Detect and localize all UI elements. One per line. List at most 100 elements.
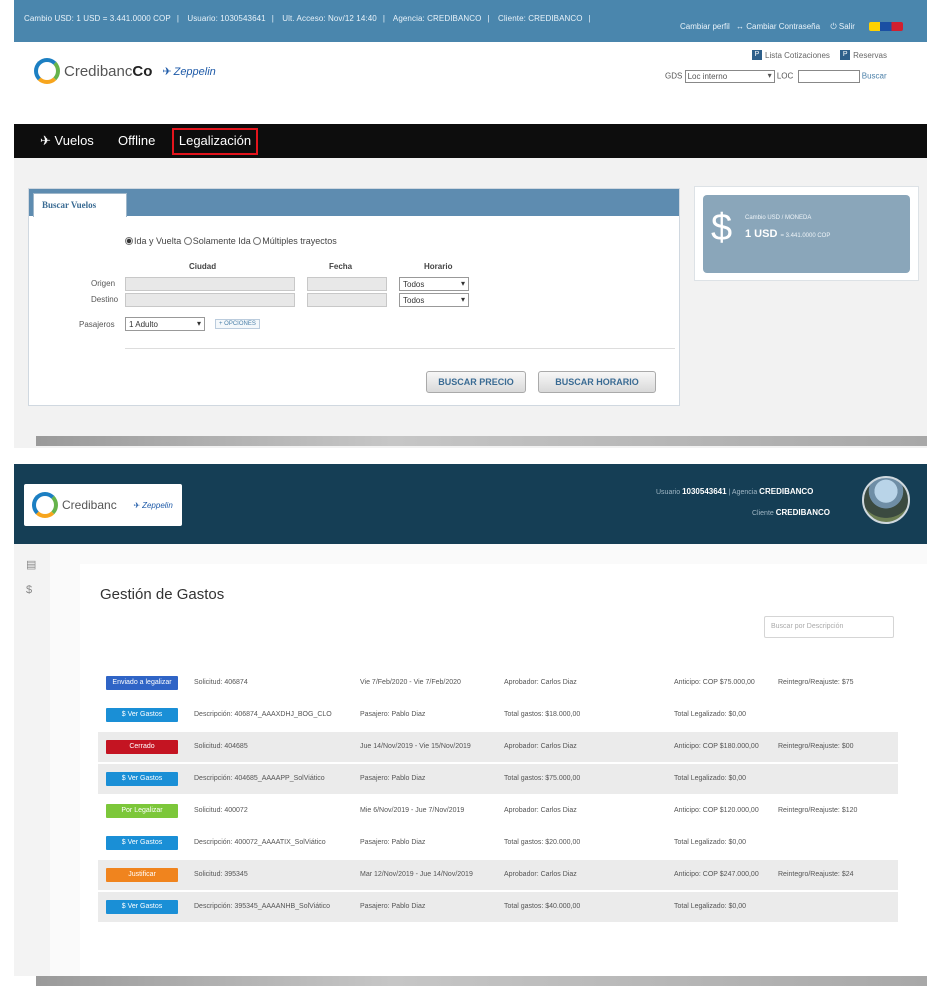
screenshot-divider bbox=[36, 436, 927, 446]
plane-icon: ✈ bbox=[40, 133, 51, 148]
change-password-label: Cambiar Contraseña bbox=[746, 22, 821, 31]
row-cell-2: Pasajero: Pablo Diaz bbox=[360, 903, 426, 910]
row-cell-2: Pasajero: Pablo Diaz bbox=[360, 839, 426, 846]
row-cell-4: Anticipo: COP $247.000,00 bbox=[674, 871, 759, 878]
expenses-header: CredibancCo ✈ Zeppelin Usuario 1030543641… bbox=[14, 464, 927, 544]
user-value: 1030543641 bbox=[682, 487, 727, 496]
row-cell-1: Solicitud: 395345 bbox=[194, 871, 248, 878]
row-cell-4: Total Legalizado: $0,00 bbox=[674, 711, 746, 718]
view-expenses-button[interactable]: $ Ver Gastos bbox=[106, 836, 178, 850]
quotes-link[interactable]: Lista Cotizaciones bbox=[765, 51, 830, 60]
destination-time-select[interactable]: Todos bbox=[399, 293, 469, 307]
view-expenses-button[interactable]: $ Ver Gastos bbox=[106, 772, 178, 786]
row-cell-3: Total gastos: $18.000,00 bbox=[504, 711, 581, 718]
nav-legalizacion[interactable]: Legalización bbox=[172, 128, 258, 155]
row-cell-1: Solicitud: 404685 bbox=[194, 743, 248, 750]
trip-type-options: Ida y Vuelta Solamente Ida Múltiples tra… bbox=[125, 236, 337, 246]
language-flags-icon[interactable] bbox=[869, 22, 904, 32]
loc-search-button[interactable]: Buscar bbox=[862, 72, 887, 81]
exchange-rate-widget: $ Cambio USD / MONEDA 1 USD = 3.441.0000… bbox=[694, 186, 919, 281]
header-links: P Lista Cotizaciones P Reservas bbox=[752, 50, 895, 60]
screenshot-divider-bottom bbox=[36, 976, 927, 986]
change-password-link[interactable]: ↔ Cambiar Contraseña bbox=[736, 22, 824, 31]
zeppelin-wing-icon: ✈ bbox=[133, 500, 141, 510]
view-expenses-button[interactable]: $ Ver Gastos bbox=[106, 900, 178, 914]
origin-time-select[interactable]: Todos bbox=[399, 277, 469, 291]
row-cell-1: Descripción: 406874_AAAXDHJ_BOG_CLO bbox=[194, 711, 332, 718]
city-column-header: Ciudad bbox=[189, 262, 217, 271]
flight-search-panel: Buscar Vuelos Ida y Vuelta Solamente Ida… bbox=[28, 188, 680, 406]
expenses-content: Gestión de Gastos Buscar por Descripción… bbox=[80, 564, 927, 976]
loc-input[interactable] bbox=[797, 70, 860, 83]
session-info: Cambio USD: 1 USD = 3.441.0000 COP | Usua… bbox=[24, 14, 591, 23]
row-cell-3: Aprobador: Carlos Diaz bbox=[504, 871, 577, 878]
passengers-select[interactable]: 1 Adulto bbox=[125, 317, 205, 331]
table-row: Cerrado Solicitud: 404685 Jue 14/Nov/2019 … bbox=[98, 732, 898, 762]
logo-box: CredibancCo ✈ Zeppelin bbox=[24, 484, 182, 526]
origin-date-input[interactable] bbox=[307, 277, 387, 291]
search-divider bbox=[125, 348, 675, 349]
gds-select[interactable]: Loc interno bbox=[684, 70, 775, 83]
row-cell-3: Total gastos: $40.000,00 bbox=[504, 903, 581, 910]
dollar-icon: $ bbox=[711, 207, 733, 249]
table-row: Por Legalizar Solicitud: 400072 Mie 6/Nov/… bbox=[98, 796, 898, 826]
one-way-radio[interactable] bbox=[183, 237, 192, 245]
agency-info: Agencia: CREDIBANCO bbox=[392, 14, 482, 23]
logout-link[interactable]: ⏻ Salir bbox=[830, 22, 859, 31]
last-access-info: Ult. Acceso: Nov/12 14:40 bbox=[282, 14, 377, 23]
destination-input[interactable] bbox=[125, 293, 295, 307]
time-column-header: Horario bbox=[424, 262, 453, 271]
row-cell-3: Aprobador: Carlos Diaz bbox=[504, 679, 577, 686]
search-tab-bar: Buscar Vuelos bbox=[29, 189, 679, 217]
money-icon[interactable]: $ bbox=[26, 584, 32, 596]
row-cell-2: Mie 6/Nov/2019 - Jue 7/Nov/2019 bbox=[360, 807, 465, 814]
origin-input[interactable] bbox=[125, 277, 295, 291]
multi-city-radio[interactable] bbox=[253, 237, 262, 245]
info-bar: Cambio USD: 1 USD = 3.441.0000 COP | Usua… bbox=[14, 0, 927, 42]
row-cell-1: Solicitud: 406874 bbox=[194, 679, 248, 686]
brand-part2: Co bbox=[132, 62, 153, 80]
more-options-button[interactable]: + OPCIONES bbox=[215, 319, 260, 329]
nav-offline[interactable]: Offline bbox=[118, 133, 155, 148]
row-cell-1: Descripción: 395345_AAAANHB_SolViático bbox=[194, 903, 331, 910]
status-badge: Por Legalizar bbox=[106, 804, 178, 818]
menu-list-icon[interactable]: ▤ bbox=[26, 558, 36, 571]
client-info: Cliente: CREDIBANCO bbox=[498, 14, 583, 23]
nav-vuelos[interactable]: ✈ Vuelos bbox=[40, 133, 94, 149]
search-price-button[interactable]: BUSCAR PRECIO bbox=[426, 371, 526, 393]
table-row: $ Ver Gastos Descripción: 395345_AAAANHB_… bbox=[98, 892, 898, 922]
change-profile-link[interactable]: Cambiar perfil bbox=[680, 22, 730, 31]
status-badge: Enviado a legalizar bbox=[106, 676, 178, 690]
row-cell-3: Total gastos: $20.000,00 bbox=[504, 839, 581, 846]
row-cell-2: Vie 7/Feb/2020 - Vie 7/Feb/2020 bbox=[360, 679, 461, 686]
zeppelin-logo-bottom: ✈ Zeppelin bbox=[133, 501, 172, 510]
row-cell-3: Total gastos: $75.000,00 bbox=[504, 775, 581, 782]
view-expenses-button[interactable]: $ Ver Gastos bbox=[106, 708, 178, 722]
reservations-link[interactable]: Reservas bbox=[853, 51, 887, 60]
destination-date-input[interactable] bbox=[307, 293, 387, 307]
zeppelin-logo: ✈ Zeppelin bbox=[162, 65, 215, 78]
credibanco-logo-bottom[interactable]: CredibancCo ✈ Zeppelin bbox=[32, 492, 173, 518]
logout-label: Salir bbox=[838, 22, 855, 31]
user-agency-meta: Usuario 1030543641 | Agencia CREDIBANCO bbox=[656, 487, 814, 496]
round-trip-label: Ida y Vuelta bbox=[134, 236, 182, 246]
exchange-info: Cambio USD: 1 USD = 3.441.0000 COP bbox=[24, 14, 171, 23]
credibanco-ring-icon bbox=[34, 58, 60, 84]
search-schedule-button[interactable]: BUSCAR HORARIO bbox=[538, 371, 656, 393]
brand-part1: Credibanc bbox=[64, 62, 133, 80]
passengers-label: Pasajeros bbox=[79, 320, 115, 329]
credibanco-logo[interactable]: CredibancCo ✈ Zeppelin bbox=[34, 58, 216, 84]
round-trip-radio[interactable] bbox=[125, 237, 133, 245]
credibanco-ring-icon bbox=[32, 492, 58, 518]
tab-buscar-vuelos[interactable]: Buscar Vuelos bbox=[33, 193, 127, 217]
avatar[interactable] bbox=[862, 476, 910, 524]
description-search-input[interactable]: Buscar por Descripción bbox=[764, 616, 894, 638]
row-cell-2: Jue 14/Nov/2019 - Vie 15/Nov/2019 bbox=[360, 743, 471, 750]
partner-name: Zeppelin bbox=[173, 65, 216, 78]
client-label: Cliente bbox=[752, 510, 774, 517]
row-cell-3: Aprobador: Carlos Diaz bbox=[504, 743, 577, 750]
multi-city-label: Múltiples trayectos bbox=[262, 236, 337, 246]
main-nav: ✈ Vuelos Offline Legalización bbox=[14, 124, 927, 158]
reservations-icon: P bbox=[840, 50, 851, 60]
table-row: Justificar Solicitud: 395345 Mar 12/Nov/20… bbox=[98, 860, 898, 890]
